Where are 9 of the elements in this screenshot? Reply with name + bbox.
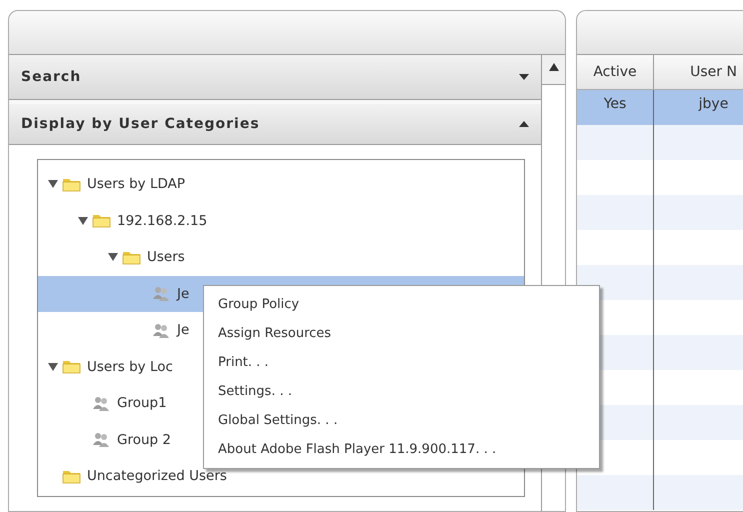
tree-item-label: Group1 bbox=[117, 394, 167, 414]
tree-item-label: Je bbox=[177, 284, 190, 304]
tree-item-label: Group 2 bbox=[117, 430, 171, 450]
tree-item-label: Je bbox=[177, 321, 190, 340]
tree-item-label: Uncategorized Users bbox=[87, 467, 227, 486]
tree-item-label: Users by LDAP bbox=[87, 175, 186, 194]
tree-item-label: 192.168.2.15 bbox=[117, 212, 208, 231]
tree-item-label: Users by Loc bbox=[87, 358, 173, 377]
tree-item-label: Users bbox=[147, 248, 185, 268]
